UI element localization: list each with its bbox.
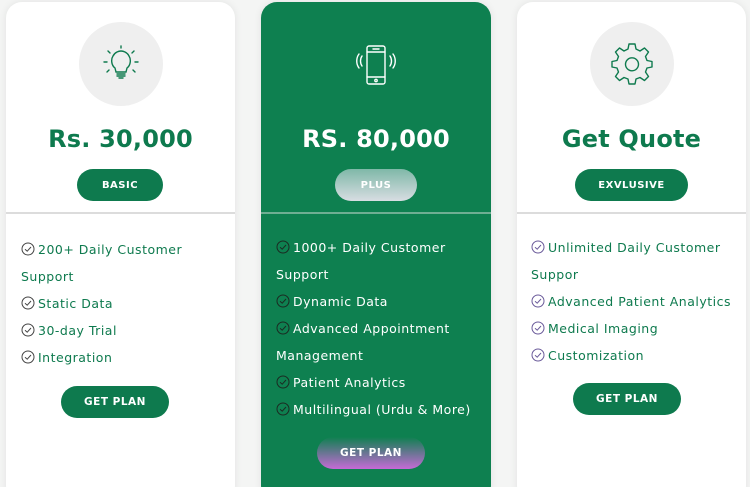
- gear-icon: [611, 43, 653, 85]
- feature-item: Customization: [531, 342, 740, 369]
- feature-text: Dynamic Data: [293, 294, 388, 309]
- lightbulb-icon: [103, 45, 139, 79]
- check-circle-icon: [21, 242, 35, 256]
- divider: [261, 212, 491, 214]
- feature-list: 200+ Daily Customer Support Static Data …: [21, 236, 229, 371]
- plan-price: RS. 80,000: [302, 125, 450, 153]
- pricing-card-basic: Rs. 30,000 BASIC 200+ Daily Customer Sup…: [6, 2, 235, 487]
- feature-text: Customization: [548, 348, 645, 363]
- check-circle-icon: [276, 294, 290, 308]
- check-circle-icon: [531, 321, 545, 335]
- tier-badge-basic: BASIC: [77, 169, 163, 201]
- tier-badge-exclusive: EXVLUSIVE: [575, 169, 688, 201]
- feature-item: Medical Imaging: [531, 315, 740, 342]
- feature-text: Advanced Appointment Management: [276, 321, 450, 363]
- feature-item: Dynamic Data: [276, 288, 485, 315]
- check-circle-icon: [276, 321, 290, 335]
- icon-wrapper: [351, 40, 401, 90]
- divider: [6, 212, 235, 214]
- feature-text: Integration: [38, 350, 113, 365]
- feature-text: 30-day Trial: [38, 323, 117, 338]
- get-plan-button-basic[interactable]: GET PLAN: [61, 386, 169, 418]
- check-circle-icon: [21, 323, 35, 337]
- feature-item: Static Data: [21, 290, 229, 317]
- feature-text: Static Data: [38, 296, 114, 311]
- mobile-phone-icon: [356, 45, 396, 85]
- divider: [517, 212, 746, 214]
- check-circle-icon: [276, 375, 290, 389]
- pricing-card-exclusive: Get Quote EXVLUSIVE Unlimited Daily Cust…: [517, 2, 746, 487]
- feature-text: 200+ Daily Customer Support: [21, 242, 183, 284]
- check-circle-icon: [531, 240, 545, 254]
- get-plan-button-plus[interactable]: GET PLAN: [317, 437, 425, 469]
- feature-text: Advanced Patient Analytics: [548, 294, 731, 309]
- check-circle-icon: [21, 350, 35, 364]
- feature-text: Patient Analytics: [293, 375, 406, 390]
- pricing-card-plus: RS. 80,000 PLUS 1000+ Daily Customer Sup…: [261, 2, 491, 487]
- icon-circle: [79, 22, 163, 106]
- plan-price: Rs. 30,000: [48, 125, 193, 153]
- feature-item: Advanced Patient Analytics: [531, 288, 740, 315]
- feature-list: Unlimited Daily Customer Suppor Advanced…: [531, 234, 740, 369]
- feature-item: Multilingual (Urdu & More): [276, 396, 485, 423]
- feature-item: Patient Analytics: [276, 369, 485, 396]
- feature-list: 1000+ Daily Customer Support Dynamic Dat…: [276, 234, 485, 423]
- feature-item: 200+ Daily Customer Support: [21, 236, 229, 290]
- feature-text: Unlimited Daily Customer Suppor: [531, 240, 721, 282]
- check-circle-icon: [531, 348, 545, 362]
- feature-text: Medical Imaging: [548, 321, 659, 336]
- feature-text: 1000+ Daily Customer Support: [276, 240, 446, 282]
- check-circle-icon: [21, 296, 35, 310]
- feature-text: Multilingual (Urdu & More): [293, 402, 471, 417]
- feature-item: Advanced Appointment Management: [276, 315, 485, 369]
- feature-item: Unlimited Daily Customer Suppor: [531, 234, 740, 288]
- feature-item: 1000+ Daily Customer Support: [276, 234, 485, 288]
- tier-badge-plus: PLUS: [335, 169, 417, 201]
- get-plan-button-exclusive[interactable]: GET PLAN: [573, 383, 681, 415]
- check-circle-icon: [276, 402, 290, 416]
- feature-item: Integration: [21, 344, 229, 371]
- feature-item: 30-day Trial: [21, 317, 229, 344]
- plan-price: Get Quote: [561, 125, 702, 153]
- icon-circle: [590, 22, 674, 106]
- check-circle-icon: [531, 294, 545, 308]
- check-circle-icon: [276, 240, 290, 254]
